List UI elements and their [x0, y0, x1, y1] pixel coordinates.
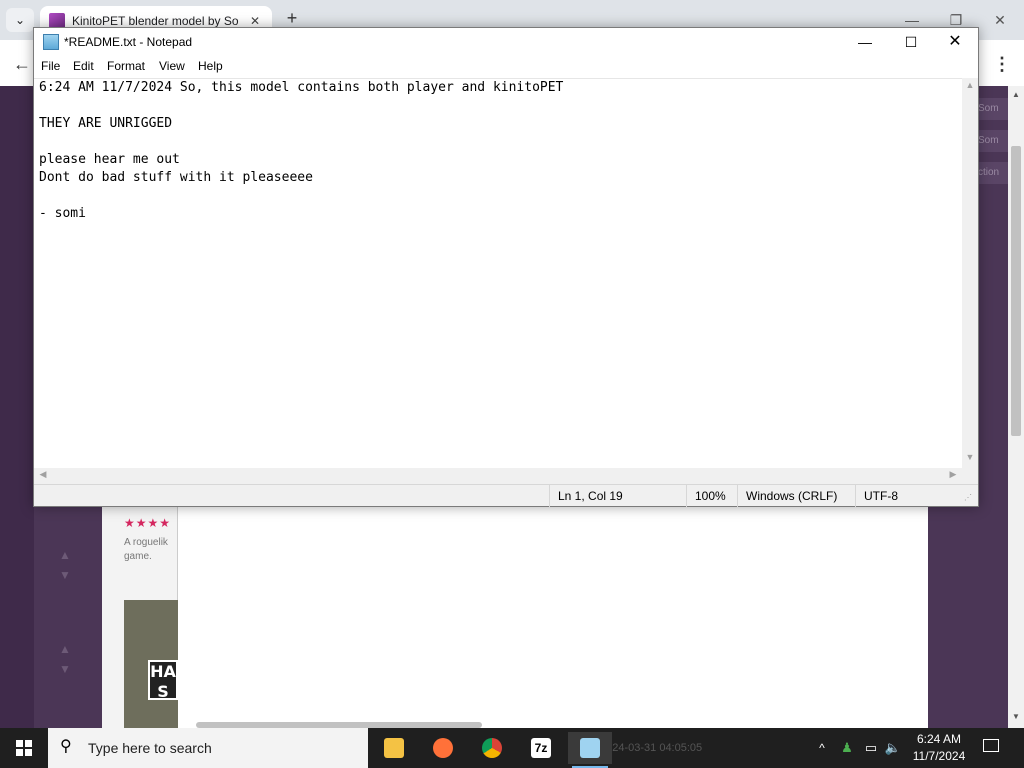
menu-help[interactable]: Help	[198, 59, 223, 73]
show-hidden-icons-icon[interactable]: ^	[814, 738, 830, 758]
notification-icon[interactable]	[980, 736, 1004, 760]
menu-file[interactable]: File	[41, 59, 60, 73]
folder-icon	[384, 738, 404, 758]
chrome-button[interactable]	[470, 732, 514, 764]
side-item[interactable]: Som	[978, 130, 1008, 152]
browser-menu-icon[interactable]: ⋮	[992, 52, 1012, 76]
back-arrow-icon[interactable]: ←	[10, 52, 34, 76]
notepad-icon	[580, 738, 600, 758]
new-tab-button[interactable]: +	[282, 8, 302, 28]
window-title: *README.txt - Notepad	[64, 35, 193, 49]
horizontal-scrollbar[interactable]: ◀ ▶	[34, 468, 978, 484]
side-item[interactable]: Som	[978, 98, 1008, 120]
card-column: ★★★★ A roguelik game. HA S	[102, 506, 178, 728]
file-explorer-button[interactable]	[372, 732, 416, 764]
cursor-position: Ln 1, Col 19	[549, 485, 686, 507]
upvote-icon[interactable]: ▲	[56, 642, 74, 656]
search-placeholder: Type here to search	[88, 740, 212, 756]
firefox-button[interactable]	[421, 732, 465, 764]
notepad-titlebar[interactable]: *README.txt - Notepad — ☐ ✕	[34, 28, 978, 56]
scroll-right-icon[interactable]: ▶	[946, 469, 960, 483]
game-thumbnail[interactable]: HA S	[124, 600, 178, 728]
windows-logo-icon	[16, 740, 32, 756]
rating-stars: ★★★★	[124, 516, 172, 530]
page-scrollbar[interactable]: ▲ ▼	[1008, 86, 1024, 728]
downvote-icon[interactable]: ▼	[56, 662, 74, 676]
notepad-taskbar-button[interactable]	[568, 732, 612, 768]
notepad-icon	[43, 34, 59, 50]
tab-search-button[interactable]: ⌄	[6, 8, 34, 32]
clock-date: 11/7/2024	[912, 749, 966, 763]
downvote-icon[interactable]: ▼	[56, 568, 74, 582]
notepad-window: *README.txt - Notepad — ☐ ✕ File Edit Fo…	[33, 27, 979, 507]
line-ending: Windows (CRLF)	[737, 485, 855, 507]
resize-grip-icon[interactable]: ⋰	[964, 493, 974, 503]
side-item[interactable]: ction	[978, 162, 1008, 184]
zoom-level: 100%	[686, 485, 737, 507]
7zip-icon: 7z	[531, 738, 551, 758]
maximize-button[interactable]: ☐	[888, 28, 934, 56]
start-button[interactable]	[0, 728, 48, 768]
taskbar: ⚲ Type here to search 2024-03-31 04:05:0…	[0, 728, 1024, 768]
system-clock[interactable]: 6:24 AM 11/7/2024	[904, 731, 974, 765]
network-icon[interactable]: ▭	[862, 738, 880, 758]
clock-time: 6:24 AM	[916, 732, 962, 746]
background-window-text: 2024-03-31 04:05:05	[600, 742, 703, 754]
status-bar: Ln 1, Col 19 100% Windows (CRLF) UTF-8 ⋰	[34, 484, 978, 507]
browser-close-button[interactable]: ✕	[988, 8, 1012, 32]
menu-view[interactable]: View	[159, 59, 185, 73]
taskbar-search[interactable]: ⚲ Type here to search	[48, 728, 368, 768]
upvote-icon[interactable]: ▲	[56, 548, 74, 562]
close-button[interactable]: ✕	[932, 28, 978, 56]
vertical-scrollbar[interactable]: ▲ ▼	[962, 78, 978, 468]
scroll-down-icon[interactable]: ▼	[1010, 712, 1022, 724]
scroll-left-icon[interactable]: ◀	[36, 469, 50, 483]
people-icon[interactable]: ♟	[838, 738, 856, 758]
search-icon: ⚲	[60, 738, 72, 755]
chrome-icon	[482, 738, 502, 758]
menu-edit[interactable]: Edit	[73, 59, 94, 73]
encoding: UTF-8	[855, 485, 955, 507]
minimize-button[interactable]: —	[842, 28, 888, 56]
card-description: A roguelik game.	[124, 537, 168, 562]
scroll-down-icon[interactable]: ▼	[964, 452, 976, 466]
game-thumbnail-label: HA S	[148, 660, 178, 701]
volume-icon[interactable]: 🔈	[884, 738, 902, 758]
firefox-icon	[433, 738, 453, 758]
tab-title: KinitoPET blender model by So	[72, 14, 239, 28]
scroll-thumb[interactable]	[1011, 146, 1021, 436]
text-editor[interactable]: 6:24 AM 11/7/2024 So, this model contain…	[34, 78, 962, 468]
game-card: ★★★★ A roguelik game. HA S	[102, 506, 928, 728]
scroll-up-icon[interactable]: ▲	[1010, 90, 1022, 102]
menu-format[interactable]: Format	[107, 59, 145, 73]
menu-bar: File Edit Format View Help	[34, 56, 978, 78]
7zip-button[interactable]: 7z	[519, 732, 563, 764]
scroll-up-icon[interactable]: ▲	[964, 80, 976, 94]
document-text[interactable]: 6:24 AM 11/7/2024 So, this model contain…	[39, 79, 954, 223]
